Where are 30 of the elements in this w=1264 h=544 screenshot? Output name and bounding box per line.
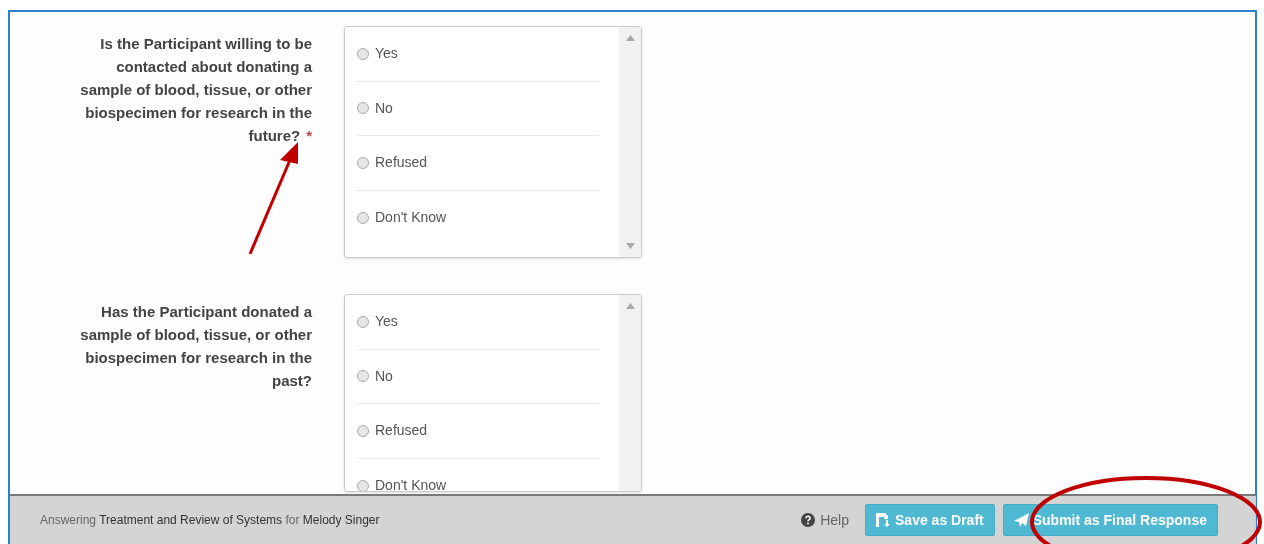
scroll-up-icon[interactable] bbox=[625, 303, 635, 309]
option-label[interactable]: Don't Know bbox=[375, 207, 447, 229]
option-label[interactable]: Don't Know bbox=[375, 475, 447, 491]
option-label[interactable]: Refused bbox=[375, 420, 428, 442]
option-label[interactable]: No bbox=[375, 365, 393, 387]
option-label[interactable]: Refused bbox=[375, 152, 428, 174]
scrollbar[interactable] bbox=[619, 295, 641, 491]
option-label[interactable]: Yes bbox=[375, 311, 398, 333]
scroll-down-icon[interactable] bbox=[625, 243, 635, 249]
radio-button[interactable] bbox=[357, 370, 369, 383]
option-label[interactable]: Yes bbox=[375, 43, 398, 65]
send-icon bbox=[1013, 513, 1029, 527]
radio-button[interactable] bbox=[357, 479, 369, 491]
save-icon bbox=[876, 513, 891, 527]
radio-button[interactable] bbox=[357, 156, 369, 169]
scroll-up-icon[interactable] bbox=[625, 35, 635, 41]
radio-button[interactable] bbox=[357, 315, 369, 328]
question-text: Is the Participant willing to be contacted about donating a sample of blood, tissue, or other biospecimen for research in the future? * bbox=[79, 34, 312, 146]
context-text: Answering Treatment and Review of Systems for Melody Singer bbox=[40, 512, 381, 529]
help-link[interactable]: Help bbox=[801, 509, 849, 531]
question-text: Has the Participant donated a sample of blood, tissue, or other biospecimen for research in the past? bbox=[79, 302, 312, 391]
radio-button[interactable] bbox=[357, 47, 369, 60]
option-label[interactable]: No bbox=[375, 97, 393, 119]
scrollbar[interactable] bbox=[619, 27, 641, 257]
option-list[interactable]: Yes No Refused Don't Know bbox=[344, 26, 642, 258]
radio-button[interactable] bbox=[357, 424, 369, 437]
option-list[interactable]: Yes No Refused Don't Know bbox=[344, 294, 642, 492]
radio-button[interactable] bbox=[357, 102, 369, 115]
help-icon bbox=[801, 513, 816, 527]
radio-button[interactable] bbox=[357, 211, 369, 224]
